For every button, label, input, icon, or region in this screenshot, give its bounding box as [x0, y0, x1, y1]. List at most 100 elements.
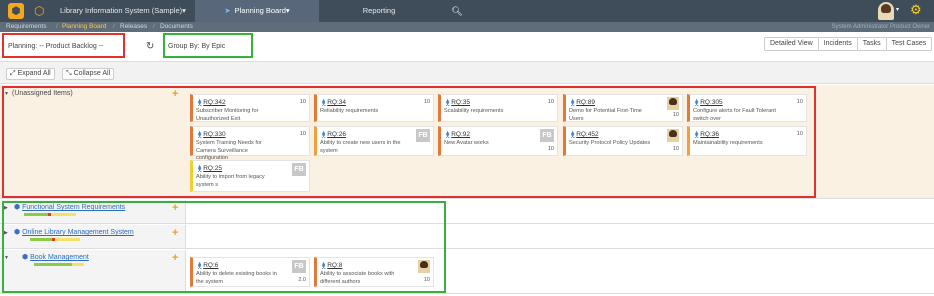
card-points: 2.0	[298, 277, 306, 283]
breadcrumb-requirements[interactable]: Requirements	[6, 22, 46, 32]
test-cases-button[interactable]: Test Cases	[887, 38, 932, 50]
refresh-icon[interactable]: ↻	[146, 41, 154, 52]
requirement-card[interactable]: ⧫ RQ:35 Scalability requirements 10	[438, 94, 558, 122]
card-id: RQ:342	[203, 99, 226, 106]
requirement-card[interactable]: ⧫ RQ:34 Reliability requirements 10	[314, 94, 434, 122]
requirement-card[interactable]: ⧫ RQ:26 Ability to create new users in th…	[314, 126, 434, 156]
card-id-link[interactable]: ⧫ RQ:34	[322, 98, 346, 106]
epic-icon: ⬢	[14, 229, 21, 236]
app-logo-icon[interactable]: ⬢	[8, 3, 24, 19]
breadcrumb-separator: /	[153, 23, 155, 30]
card-id-link[interactable]: ⧫ RQ:26	[322, 130, 346, 138]
row-header: ▶ ⬢ Online Library Management System +	[0, 225, 186, 248]
detailed-view-button[interactable]: Detailed View	[765, 38, 819, 50]
card-id: RQ:8	[327, 262, 343, 269]
card-id-link[interactable]: ⧫ RQ:25	[198, 164, 222, 172]
card-description: Demo for Potential First-Time Users	[569, 108, 642, 122]
epic-link[interactable]: ⬢ Book Management	[22, 253, 89, 261]
card-points: 10	[547, 99, 554, 105]
row-header: ▶ ⬢ Functional System Requirements +	[0, 200, 186, 223]
card-description: Configure alerts for Fault Tolerant swit…	[693, 108, 776, 122]
card-points: 10	[796, 99, 803, 105]
add-item-icon[interactable]: +	[172, 203, 178, 214]
card-description: Ability to create new users in the syste…	[320, 140, 401, 154]
requirement-icon: ⧫	[198, 165, 202, 172]
requirement-card[interactable]: ⧫ RQ:330 System Training Needs for Camera…	[190, 126, 310, 161]
expand-icon: ⤢	[10, 70, 16, 77]
collapse-triangle-icon[interactable]: ▼	[4, 255, 9, 261]
epic-title: Online Library Management System	[22, 229, 134, 236]
epic-title: Book Management	[30, 254, 89, 261]
expand-triangle-icon[interactable]: ▶	[4, 230, 8, 236]
planning-flag-icon: ➤	[224, 6, 231, 15]
tasks-button[interactable]: Tasks	[858, 38, 887, 50]
card-id-link[interactable]: ⧫ RQ:6	[198, 261, 218, 269]
expand-all-button[interactable]: ⤢ Expand All	[6, 68, 55, 80]
row-header: ▼ ⬢ Book Management +	[0, 250, 186, 293]
card-description: Ability to associate books with differen…	[320, 271, 395, 285]
breadcrumb: Requirements / Planning Board / Releases…	[0, 22, 934, 32]
row-title: (Unassigned Items)	[12, 90, 73, 97]
epic-link[interactable]: ⬢ Online Library Management System	[14, 228, 134, 236]
breadcrumb-documents[interactable]: Documents	[160, 22, 193, 32]
requirement-card[interactable]: ⧫ RQ:8 Ability to associate books with di…	[314, 257, 434, 287]
groupby-selector[interactable]: Group By: By Epic	[168, 43, 225, 50]
nav-planning-caret-icon: ▾	[285, 6, 290, 15]
card-id-link[interactable]: ⧫ RQ:305	[695, 98, 723, 106]
add-item-icon[interactable]: +	[172, 228, 178, 239]
expand-all-label: Expand All	[17, 70, 51, 77]
user-avatar[interactable]	[878, 2, 894, 20]
card-description: Ability to delete existing books in the …	[196, 271, 277, 285]
collapse-icon: ⤡	[66, 70, 72, 77]
card-id-link[interactable]: ⧫ RQ:8	[322, 261, 342, 269]
card-id-link[interactable]: ⧫ RQ:452	[571, 130, 599, 138]
card-id: RQ:6	[203, 262, 219, 269]
requirement-card[interactable]: ⧫ RQ:36 Maintainability requirements 10	[687, 126, 807, 156]
requirement-card[interactable]: ⧫ RQ:89 Demo for Potential First-Time Use…	[563, 94, 683, 122]
project-selector[interactable]: Library Information System (Sample)▾	[60, 0, 194, 22]
nav-reporting[interactable]: Reporting	[320, 0, 438, 22]
requirement-icon: ⧫	[198, 262, 202, 269]
requirement-icon: ⧫	[322, 131, 326, 138]
planning-selector[interactable]: Planning: -- Product Backlog --	[8, 43, 103, 50]
requirement-card[interactable]: ⧫ RQ:92 New Avatar works FB 10	[438, 126, 558, 156]
add-item-icon[interactable]: +	[172, 89, 178, 100]
fb-badge: FB	[292, 260, 306, 273]
epic-progress-bar	[34, 263, 84, 266]
add-item-icon[interactable]: +	[172, 253, 178, 264]
card-id-link[interactable]: ⧫ RQ:89	[571, 98, 595, 106]
card-id-link[interactable]: ⧫ RQ:342	[198, 98, 226, 106]
expand-collapse-bar: ⤢ Expand All ⤡ Collapse All	[0, 62, 934, 84]
owner-avatar	[667, 129, 679, 142]
expand-triangle-icon[interactable]: ▶	[4, 205, 8, 211]
requirement-card[interactable]: ⧫ RQ:25 Ability to import from legacy sys…	[190, 160, 310, 192]
view-button-group: Detailed View Incidents Tasks Test Cases	[764, 37, 933, 51]
collapse-triangle-icon[interactable]: ▼	[4, 91, 9, 97]
card-id: RQ:330	[203, 131, 226, 138]
card-id-link[interactable]: ⧫ RQ:35	[446, 98, 470, 106]
breadcrumb-planning-board[interactable]: Planning Board	[62, 22, 106, 32]
card-points: 10	[423, 99, 430, 105]
requirement-card[interactable]: ⧫ RQ:342 Subscriber Monitoring for Unauth…	[190, 94, 310, 122]
requirement-card[interactable]: ⧫ RQ:305 Configure alerts for Fault Toler…	[687, 94, 807, 122]
admin-gears-icon[interactable]: ⚙	[910, 2, 922, 18]
epic-link[interactable]: ⬢ Functional System Requirements	[14, 203, 125, 211]
card-points: 10	[672, 146, 679, 152]
nav-planning-board[interactable]: ➤ Planning Board▾	[195, 0, 319, 22]
breadcrumb-releases[interactable]: Releases	[120, 22, 147, 32]
requirement-card[interactable]: ⧫ RQ:6 Ability to delete existing books i…	[190, 257, 310, 287]
card-id-link[interactable]: ⧫ RQ:92	[446, 130, 470, 138]
requirement-icon: ⧫	[322, 99, 326, 106]
card-id-link[interactable]: ⧫ RQ:36	[695, 130, 719, 138]
card-points-badge: FB	[416, 129, 430, 142]
project-hex-icon: ⬡	[34, 4, 45, 18]
incidents-button[interactable]: Incidents	[819, 38, 858, 50]
epic-progress-bar	[30, 238, 80, 241]
card-id-link[interactable]: ⧫ RQ:330	[198, 130, 226, 138]
requirement-icon: ⧫	[322, 262, 326, 269]
collapse-all-button[interactable]: ⤡ Collapse All	[62, 68, 115, 80]
requirement-card[interactable]: ⧫ RQ:452 Security Protocol Policy Updates…	[563, 126, 683, 156]
search-icon[interactable]: 🔍︎	[440, 0, 474, 22]
user-menu-caret-icon[interactable]: ▾	[896, 6, 899, 13]
card-id: RQ:89	[576, 99, 596, 106]
